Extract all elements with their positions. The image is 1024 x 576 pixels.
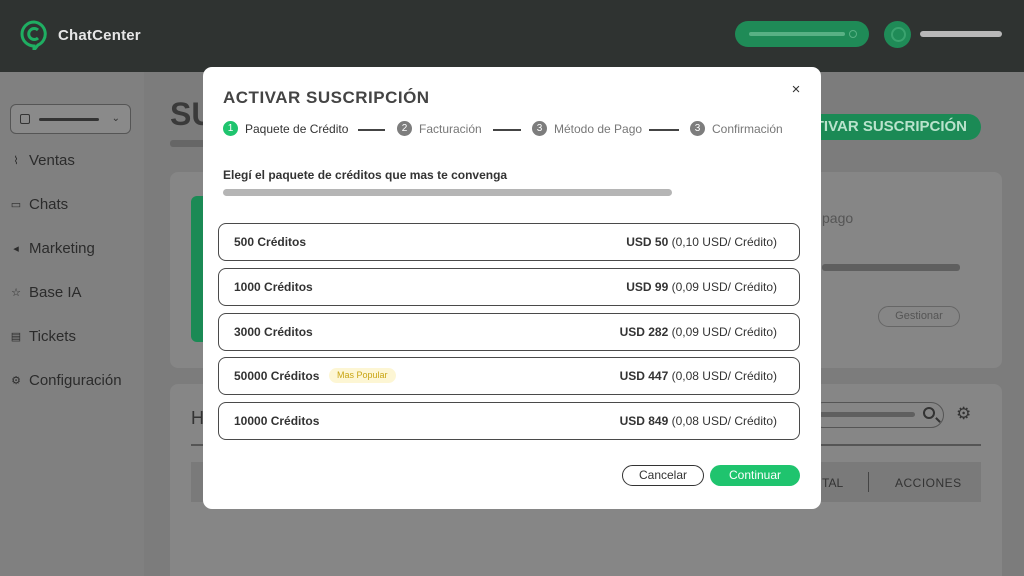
- step-number: 3: [690, 121, 705, 136]
- step-label: Confirmación: [712, 121, 783, 136]
- card-placeholder-bar: [822, 264, 960, 271]
- search-input[interactable]: [810, 402, 944, 428]
- search-icon: [923, 407, 935, 419]
- package-instruction: Elegí el paquete de créditos que mas te …: [223, 168, 508, 182]
- sidebar-item-label: Tickets: [29, 328, 76, 345]
- user-name-placeholder: [920, 31, 1002, 37]
- package-name: 500 Créditos: [234, 235, 307, 249]
- sidebar-item-label: Configuración: [29, 372, 122, 389]
- manage-button[interactable]: Gestionar: [878, 306, 960, 327]
- package-price: USD 849 (0,08 USD/ Crédito): [619, 414, 777, 428]
- table-header-total: TAL: [822, 476, 844, 490]
- package-price: USD 447 (0,08 USD/ Crédito): [619, 369, 777, 383]
- app-name: ChatCenter: [58, 26, 141, 44]
- activate-subscription-modal: ACTIVAR SUSCRIPCIÓN × 1 Paquete de Crédi…: [203, 67, 821, 509]
- activate-subscription-button[interactable]: TIVAR SUSCRIPCIÓN: [800, 114, 981, 140]
- calendar-icon: [20, 114, 30, 124]
- chevron-down-icon: ⌄: [111, 113, 120, 124]
- workspace-select[interactable]: ⌄: [10, 104, 131, 134]
- package-price: USD 50 (0,10 USD/ Crédito): [626, 235, 777, 249]
- top-bar: ChatCenter: [0, 0, 1024, 72]
- step-metodo-de-pago: 3 Método de Pago: [532, 121, 642, 136]
- step-number: 2: [397, 121, 412, 136]
- package-name: 10000 Créditos: [234, 414, 320, 428]
- sidebar-item-tickets[interactable]: ▤ Tickets: [10, 328, 76, 345]
- step-connector: [649, 129, 679, 131]
- step-connector: [358, 129, 385, 131]
- select-value-placeholder: [39, 118, 99, 121]
- chat-icon: ▭: [10, 199, 22, 211]
- app-logo[interactable]: ChatCenter: [20, 20, 141, 55]
- sidebar-item-label: Chats: [29, 196, 69, 213]
- megaphone-icon: ◂: [13, 243, 19, 255]
- sidebar: [0, 72, 144, 576]
- step-label: Paquete de Crédito: [245, 121, 349, 136]
- gear-icon: ⚙: [11, 375, 21, 387]
- package-option-50000[interactable]: 50000 Créditos Mas Popular USD 447 (0,08…: [218, 357, 800, 395]
- sidebar-item-ventas[interactable]: ⌇ Ventas: [10, 152, 75, 169]
- avatar[interactable]: [884, 21, 911, 48]
- table-header-acciones: ACCIONES: [895, 476, 962, 490]
- step-facturacion: 2 Facturación: [397, 121, 482, 136]
- sidebar-item-marketing[interactable]: ◂ Marketing: [10, 240, 95, 257]
- modal-title: ACTIVAR SUSCRIPCIÓN: [223, 88, 430, 107]
- package-option-10000[interactable]: 10000 Créditos USD 849 (0,08 USD/ Crédit…: [218, 402, 800, 440]
- cancel-button[interactable]: Cancelar: [622, 465, 704, 486]
- step-confirmacion: 3 Confirmación: [690, 121, 783, 136]
- package-price: USD 99 (0,09 USD/ Crédito): [626, 280, 777, 294]
- sidebar-item-label: Base IA: [29, 284, 82, 301]
- table-settings-gear-icon[interactable]: ⚙: [956, 404, 971, 424]
- sidebar-item-label: Marketing: [29, 240, 95, 257]
- step-number: 3: [532, 121, 547, 136]
- step-paquete-de-credito: 1 Paquete de Crédito: [223, 121, 348, 136]
- plan-pill-button[interactable]: [735, 21, 869, 47]
- table-header-divider: [868, 472, 869, 492]
- package-name: 50000 Créditos: [234, 369, 320, 383]
- package-option-1000[interactable]: 1000 Créditos USD 99 (0,09 USD/ Crédito): [218, 268, 800, 306]
- sidebar-item-configuracion[interactable]: ⚙ Configuración: [10, 372, 122, 389]
- sidebar-item-base-ia[interactable]: ☆ Base IA: [10, 284, 82, 301]
- stepper: 1 Paquete de Crédito 2 Facturación 3 Mét…: [223, 121, 803, 137]
- package-price: USD 282 (0,09 USD/ Crédito): [619, 325, 777, 339]
- step-label: Método de Pago: [554, 121, 643, 136]
- card-text: pago: [822, 210, 854, 226]
- sidebar-item-label: Ventas: [29, 152, 75, 169]
- continue-button[interactable]: Continuar: [710, 465, 800, 486]
- pill-icon: [849, 30, 857, 38]
- step-label: Facturación: [419, 121, 482, 136]
- package-name: 3000 Créditos: [234, 325, 313, 339]
- step-connector: [493, 129, 521, 131]
- star-icon: ☆: [11, 287, 21, 299]
- ticket-icon: ▤: [10, 331, 22, 343]
- placeholder-bar: [223, 189, 672, 196]
- placeholder-bar: [749, 32, 845, 36]
- package-option-3000[interactable]: 3000 Créditos USD 282 (0,09 USD/ Crédito…: [218, 313, 800, 351]
- package-name: 1000 Créditos: [234, 280, 313, 294]
- search-placeholder-bar: [819, 412, 915, 417]
- package-option-500[interactable]: 500 Créditos USD 50 (0,10 USD/ Crédito): [218, 223, 800, 261]
- step-number: 1: [223, 121, 238, 136]
- chart-icon: ⌇: [13, 155, 19, 167]
- close-icon[interactable]: ×: [786, 80, 806, 100]
- most-popular-badge: Mas Popular: [329, 368, 396, 383]
- sidebar-item-chats[interactable]: ▭ Chats: [10, 196, 68, 213]
- chatcenter-logo-icon: [20, 20, 48, 55]
